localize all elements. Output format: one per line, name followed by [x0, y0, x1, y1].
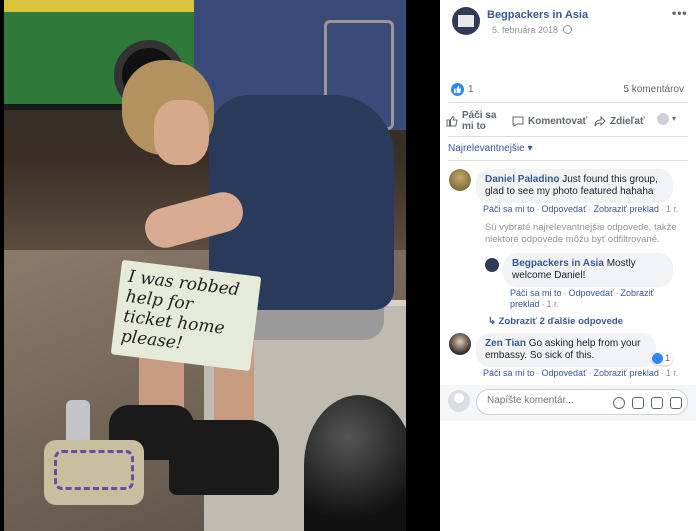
comment-translate-link[interactable]: Zobraziť preklad [593, 368, 658, 378]
bollard [304, 395, 406, 531]
cardboard-sign: I was robbed help for ticket home please… [110, 259, 262, 372]
comment-translate-link[interactable]: Zobraziť preklad [593, 204, 658, 214]
comment-time[interactable]: 1 r. [666, 368, 679, 378]
like-count[interactable]: 1 [468, 84, 474, 95]
comment-author[interactable]: Daniel Paladino [485, 174, 559, 185]
comment-input[interactable] [487, 395, 607, 406]
share-button[interactable]: Zdieľať [594, 110, 645, 132]
gif-icon[interactable] [651, 397, 663, 409]
comment-sort-dropdown[interactable]: Najrelevantnejšie ▾ [448, 143, 533, 154]
filtered-replies-notice: Sú vybraté najrelevantnejšie odpovede, t… [485, 222, 677, 245]
post-date[interactable]: 5. februára 2018 · [492, 25, 564, 35]
more-options-icon[interactable]: ••• [672, 6, 688, 20]
comment-like-link[interactable]: Páči sa mi to [483, 368, 535, 378]
comment-actions: Páči sa mi to · Odpovedať · Zobraziť preklad… [510, 288, 654, 309]
comment-reply-link[interactable]: Odpovedať [542, 204, 587, 214]
comment-actions: Páči sa mi to · Odpovedať · Zobraziť preklad… [483, 368, 679, 378]
comment-reaction-badge[interactable]: 1 [651, 351, 674, 365]
divider [448, 136, 688, 137]
photo-scene: I was robbed help for ticket home please… [4, 0, 406, 531]
avatar[interactable] [449, 333, 471, 355]
post-photo[interactable]: I was robbed help for ticket home please… [0, 0, 440, 531]
post-as-avatar[interactable] [657, 113, 669, 125]
comment-author[interactable]: Begpackers in Asia [512, 258, 604, 269]
like-reaction-icon [652, 352, 663, 364]
shoe [169, 420, 279, 495]
page-name-link[interactable]: Begpackers in Asia [487, 9, 588, 21]
comment-like-link[interactable]: Páči sa mi to [483, 204, 535, 214]
comment-time[interactable]: 1 r. [547, 299, 560, 309]
comment-reply-link[interactable]: Odpovedať [542, 368, 587, 378]
avatar [448, 390, 470, 412]
speech-bubble-icon [512, 116, 524, 127]
chevron-down-icon[interactable]: ▾ [672, 114, 676, 123]
emoji-icon[interactable] [613, 397, 625, 409]
like-reaction-icon[interactable] [451, 83, 464, 96]
comment-button[interactable]: Komentovať [512, 110, 587, 132]
sticker-icon[interactable] [670, 397, 682, 409]
divider [448, 160, 688, 161]
divider [448, 102, 688, 103]
comment-bubble: Daniel Paladino Just found this group, g… [476, 169, 673, 203]
comment-composer[interactable] [476, 389, 688, 415]
comment-bubble: Begpackers in Asia Mostly welcome Daniel… [503, 253, 673, 287]
comment-button-label: Komentovať [528, 115, 588, 127]
person-face [154, 100, 209, 165]
share-arrow-icon [594, 115, 606, 127]
post-panel: Begpackers in Asia 5. februára 2018 · ••… [440, 0, 696, 531]
comment-count[interactable]: 5 komentárov [623, 84, 684, 95]
like-button-label: Páči sa mi to [462, 110, 497, 132]
reaction-count: 1 [665, 353, 671, 363]
page-avatar[interactable] [452, 7, 480, 35]
comment-bubble: Zen Tian Go asking help from your embass… [476, 333, 656, 367]
comment-like-link[interactable]: Páči sa mi to [510, 288, 562, 298]
camera-icon[interactable] [632, 397, 644, 409]
view-more-replies-link[interactable]: ↳ Zobraziť 2 ďalšie odpovede [488, 316, 623, 327]
globe-icon [563, 25, 572, 34]
plastic-bag [44, 440, 144, 505]
avatar[interactable] [485, 258, 499, 272]
comment-author[interactable]: Zen Tian [485, 338, 526, 349]
comment-reply-link[interactable]: Odpovedať [569, 288, 614, 298]
comment-time[interactable]: 1 r. [666, 204, 679, 214]
like-button[interactable]: Páči sa mi to [446, 110, 510, 132]
avatar[interactable] [449, 169, 471, 191]
comment-actions: Páči sa mi to · Odpovedať · Zobraziť preklad… [483, 204, 679, 214]
share-button-label: Zdieľať [610, 115, 645, 127]
thumbs-up-icon [446, 115, 458, 127]
